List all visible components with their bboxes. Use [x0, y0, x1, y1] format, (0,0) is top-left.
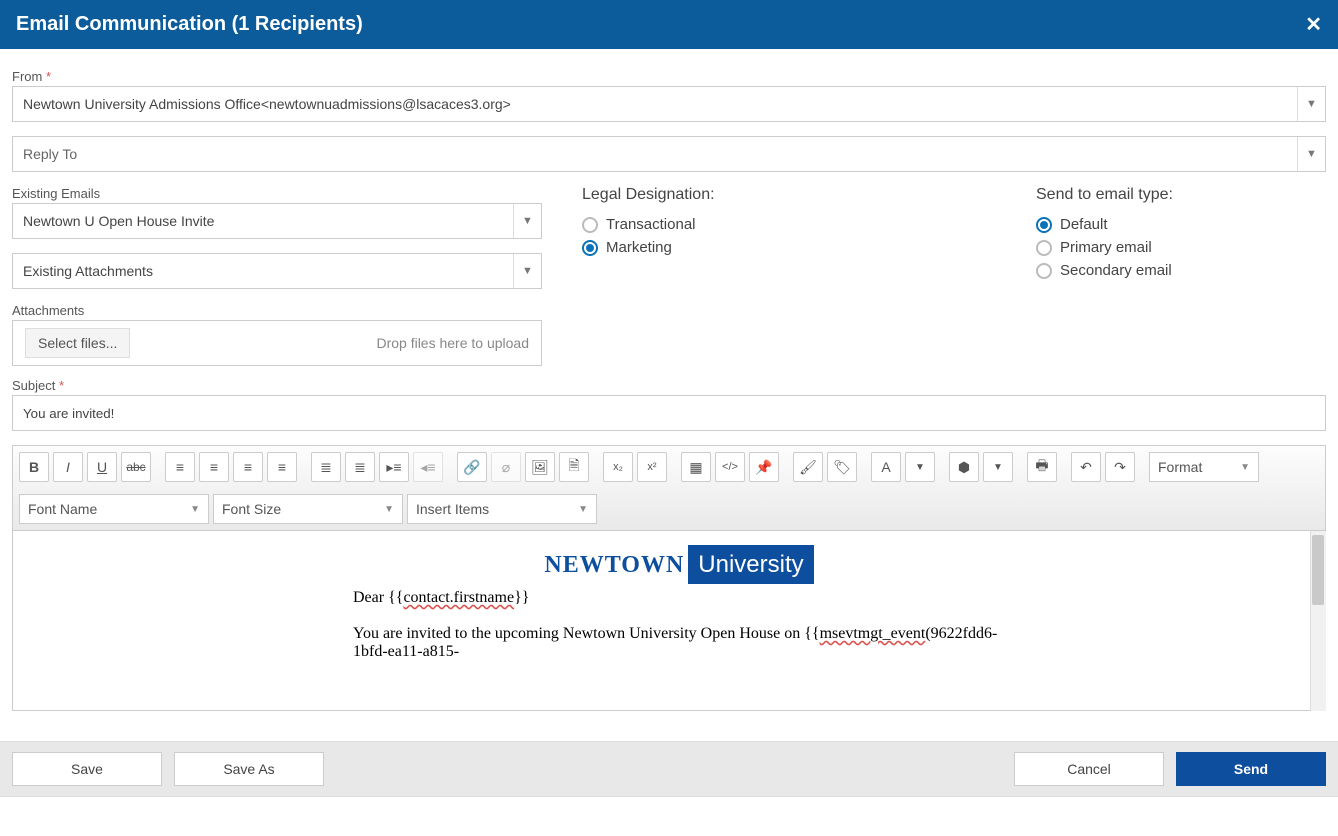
radio-icon [1036, 217, 1052, 233]
radio-transactional[interactable]: Transactional [582, 216, 996, 233]
subscript-button[interactable]: x₂ [603, 452, 633, 482]
font-size-label: Font Size [222, 501, 281, 517]
outdent-button[interactable]: ◂≡ [413, 452, 443, 482]
radio-label: Default [1060, 216, 1108, 233]
insert-items-label: Insert Items [416, 501, 489, 517]
font-color-button[interactable]: A [871, 452, 901, 482]
send-type-title: Send to email type: [1036, 186, 1326, 204]
chevron-down-icon: ▼ [190, 504, 200, 515]
editor-scrollbar[interactable] [1310, 531, 1326, 711]
existing-attachments-dropdown[interactable]: Existing Attachments ▼ [12, 253, 542, 289]
radio-icon [1036, 240, 1052, 256]
unlink-button[interactable]: ⌀ [491, 452, 521, 482]
radio-label: Marketing [606, 239, 672, 256]
chevron-down-icon: ▼ [1297, 87, 1325, 121]
radio-primary-email[interactable]: Primary email [1036, 239, 1326, 256]
insert-items-dropdown[interactable]: Insert Items ▼ [407, 494, 597, 524]
email-logo: NEWTOWNUniversity [353, 551, 1005, 579]
unordered-list-button[interactable]: ≣ [311, 452, 341, 482]
back-color-button[interactable]: ⬢ [949, 452, 979, 482]
table-button[interactable]: ▦ [681, 452, 711, 482]
legal-designation-title: Legal Designation: [582, 186, 996, 204]
format-label: Format [1158, 459, 1202, 475]
select-files-button[interactable]: Select files... [25, 328, 130, 358]
font-name-dropdown[interactable]: Font Name ▼ [19, 494, 209, 524]
highlight-button[interactable]: 🖌 [793, 452, 823, 482]
align-left-button[interactable]: ≡ [165, 452, 195, 482]
undo-button[interactable]: ↶ [1071, 452, 1101, 482]
modal-footer: Save Save As Cancel Send [0, 741, 1338, 797]
image-button[interactable]: 🖼 [525, 452, 555, 482]
existing-attachments-value: Existing Attachments [23, 263, 153, 279]
radio-default[interactable]: Default [1036, 216, 1326, 233]
format-dropdown[interactable]: Format ▼ [1149, 452, 1259, 482]
chevron-down-icon: ▼ [1297, 137, 1325, 171]
file-button[interactable]: 🗎 [559, 452, 589, 482]
close-icon[interactable]: ✕ [1305, 12, 1322, 37]
modal-header: Email Communication (1 Recipients) ✕ [0, 0, 1338, 49]
drop-hint: Drop files here to upload [376, 335, 529, 351]
radio-label: Secondary email [1060, 262, 1172, 279]
reply-to-placeholder: Reply To [23, 146, 77, 162]
chevron-down-icon: ▼ [384, 504, 394, 515]
chevron-down-icon: ▼ [513, 254, 541, 288]
italic-button[interactable]: I [53, 452, 83, 482]
radio-label: Transactional [606, 216, 696, 233]
link-button[interactable]: 🔗 [457, 452, 487, 482]
superscript-button[interactable]: x² [637, 452, 667, 482]
from-dropdown[interactable]: Newtown University Admissions Office<new… [12, 86, 1326, 122]
logo-text-right: University [688, 545, 813, 584]
align-right-button[interactable]: ≡ [233, 452, 263, 482]
editor-toolbar: B I U abc ≡ ≡ ≡ ≡ ≣ ≣ ▸≡ ◂≡ 🔗 ⌀ 🖼 🗎 x₂ x… [12, 445, 1326, 531]
existing-emails-value: Newtown U Open House Invite [23, 213, 214, 229]
subject-input[interactable] [12, 395, 1326, 431]
redo-button[interactable]: ↷ [1105, 452, 1135, 482]
back-color-dd-button[interactable]: ▼ [983, 452, 1013, 482]
align-center-button[interactable]: ≡ [199, 452, 229, 482]
send-button[interactable]: Send [1176, 752, 1326, 786]
from-value: Newtown University Admissions Office<new… [23, 96, 511, 112]
attachments-label: Attachments [12, 303, 542, 318]
chevron-down-icon: ▼ [1240, 462, 1250, 473]
existing-emails-label: Existing Emails [12, 186, 542, 201]
chevron-down-icon: ▼ [578, 504, 588, 515]
underline-button[interactable]: U [87, 452, 117, 482]
from-label: From [12, 69, 1326, 84]
radio-icon [1036, 263, 1052, 279]
cancel-button[interactable]: Cancel [1014, 752, 1164, 786]
email-greeting: Dear {{contact.firstname}} [353, 589, 1005, 607]
radio-marketing[interactable]: Marketing [582, 239, 996, 256]
pin-button[interactable]: 📌 [749, 452, 779, 482]
radio-label: Primary email [1060, 239, 1152, 256]
reply-to-dropdown[interactable]: Reply To ▼ [12, 136, 1326, 172]
modal-body: From Newtown University Admissions Offic… [0, 49, 1338, 723]
file-drop-zone[interactable]: Select files... Drop files here to uploa… [12, 320, 542, 366]
tag-button[interactable]: 🏷 [827, 452, 857, 482]
print-button[interactable]: 🖶 [1027, 452, 1057, 482]
radio-icon [582, 217, 598, 233]
font-size-dropdown[interactable]: Font Size ▼ [213, 494, 403, 524]
indent-button[interactable]: ▸≡ [379, 452, 409, 482]
ordered-list-button[interactable]: ≣ [345, 452, 375, 482]
font-name-label: Font Name [28, 501, 97, 517]
align-justify-button[interactable]: ≡ [267, 452, 297, 482]
save-button[interactable]: Save [12, 752, 162, 786]
rich-text-editor[interactable]: NEWTOWNUniversity Dear {{contact.firstna… [12, 531, 1326, 711]
radio-icon [582, 240, 598, 256]
font-color-dd-button[interactable]: ▼ [905, 452, 935, 482]
radio-secondary-email[interactable]: Secondary email [1036, 262, 1326, 279]
scrollbar-thumb[interactable] [1312, 535, 1324, 605]
logo-text-left: NEWTOWN [544, 552, 684, 578]
strikethrough-button[interactable]: abc [121, 452, 151, 482]
save-as-button[interactable]: Save As [174, 752, 324, 786]
email-body-line: You are invited to the upcoming Newtown … [353, 625, 1005, 661]
existing-emails-dropdown[interactable]: Newtown U Open House Invite ▼ [12, 203, 542, 239]
modal-title: Email Communication (1 Recipients) [16, 13, 363, 36]
chevron-down-icon: ▼ [513, 204, 541, 238]
bold-button[interactable]: B [19, 452, 49, 482]
subject-label: Subject [12, 378, 1326, 393]
source-button[interactable]: </> [715, 452, 745, 482]
